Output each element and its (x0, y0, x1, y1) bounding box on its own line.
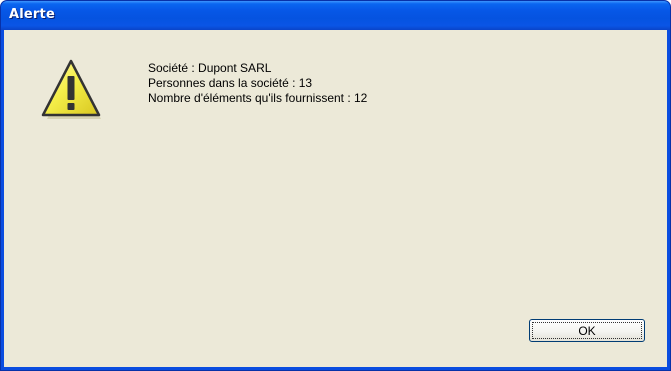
message-line-people: Personnes dans la société : 13 (148, 76, 313, 90)
message-line-company: Société : Dupont SARL (148, 61, 272, 75)
ok-button-label: OK (532, 322, 642, 339)
warning-icon (41, 59, 101, 119)
message-line-elements: Nombre d'éléments qu'ils fournissent : 1… (148, 91, 368, 105)
message-text: Société : Dupont SARL Personnes dans la … (148, 61, 367, 106)
ok-button[interactable]: OK (529, 319, 645, 342)
title-bar[interactable]: Alerte (1, 1, 670, 30)
alert-dialog-window: Alerte Société : Dupont SARL Personnes d… (0, 0, 671, 371)
dialog-body: Société : Dupont SARL Personnes dans la … (4, 30, 667, 367)
window-title: Alerte (9, 7, 55, 22)
